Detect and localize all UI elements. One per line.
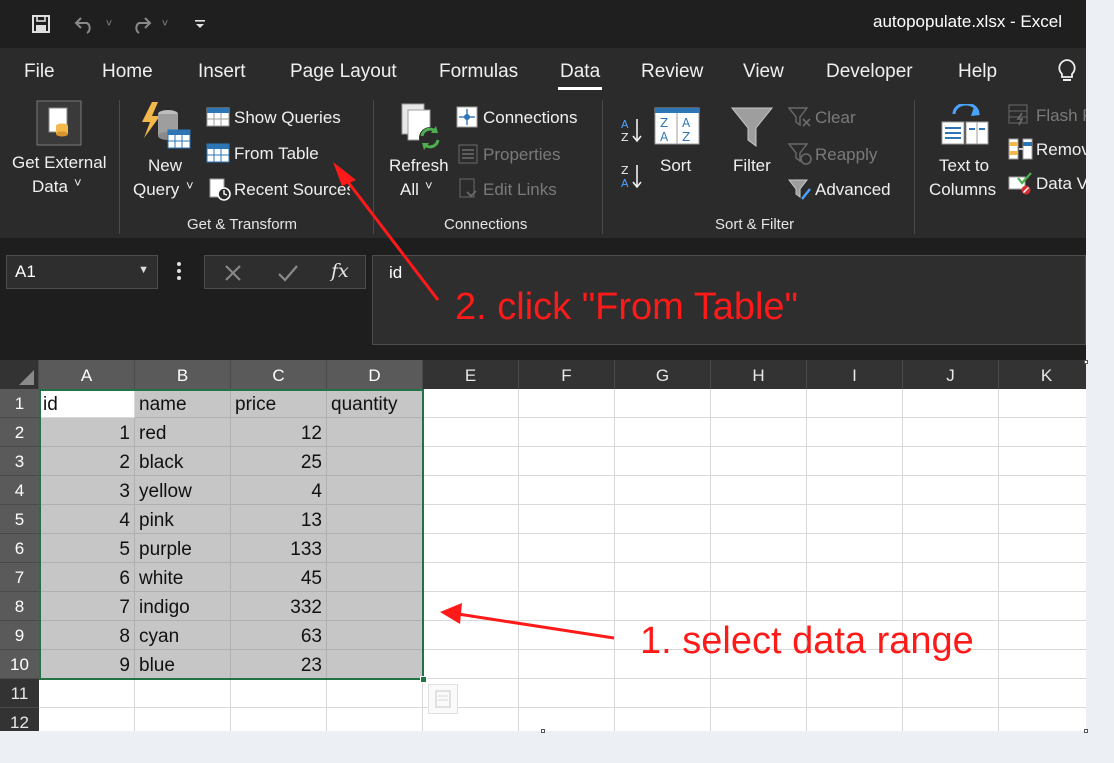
resize-handle[interactable] [541,729,545,733]
annotation-arrows [333,162,615,640]
arrow-to-from-table [333,162,440,301]
resize-handle[interactable] [1084,360,1088,364]
arrow-to-data-range [440,603,615,640]
resize-handle[interactable] [1084,729,1088,733]
excel-window: ˅ ˅ autopopulate.xlsx - Excel File Home … [0,0,1086,731]
